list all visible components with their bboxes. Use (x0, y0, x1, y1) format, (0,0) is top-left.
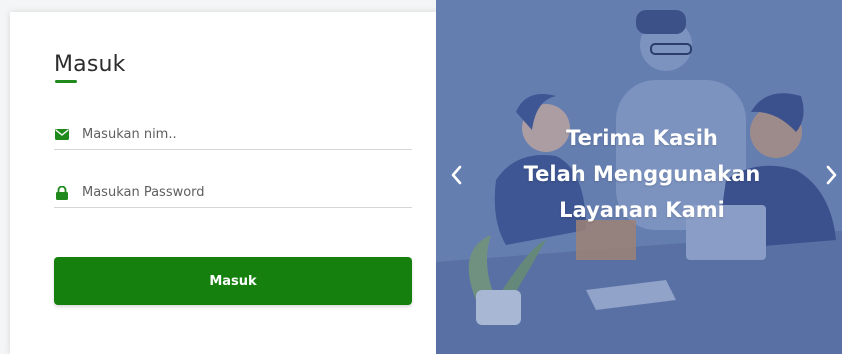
page-title: Masuk (54, 52, 126, 77)
login-panel: Masuk Masuk (10, 12, 435, 354)
chevron-right-icon (826, 165, 837, 185)
title-underline (55, 80, 77, 83)
password-input[interactable] (82, 180, 402, 205)
lock-icon (54, 185, 70, 201)
envelope-icon (54, 127, 70, 143)
login-button[interactable]: Masuk (54, 257, 412, 305)
carousel-prev-button[interactable] (444, 160, 468, 190)
chevron-left-icon (451, 165, 462, 185)
banner-carousel: Terima Kasih Telah Menggunakan Layanan K… (436, 0, 842, 354)
carousel-next-button[interactable] (820, 160, 842, 190)
password-field (54, 178, 412, 208)
login-card: Masuk Masukan nim.. Masuk Terima Kasih T… (10, 0, 842, 354)
nim-input[interactable] (82, 122, 402, 147)
caption-line: Layanan Kami (559, 198, 725, 222)
caption-line: Terima Kasih (566, 126, 718, 150)
nim-field (54, 120, 412, 150)
caption-line: Telah Menggunakan (523, 162, 761, 186)
banner-caption: Terima Kasih Telah Menggunakan Layanan K… (492, 120, 792, 228)
